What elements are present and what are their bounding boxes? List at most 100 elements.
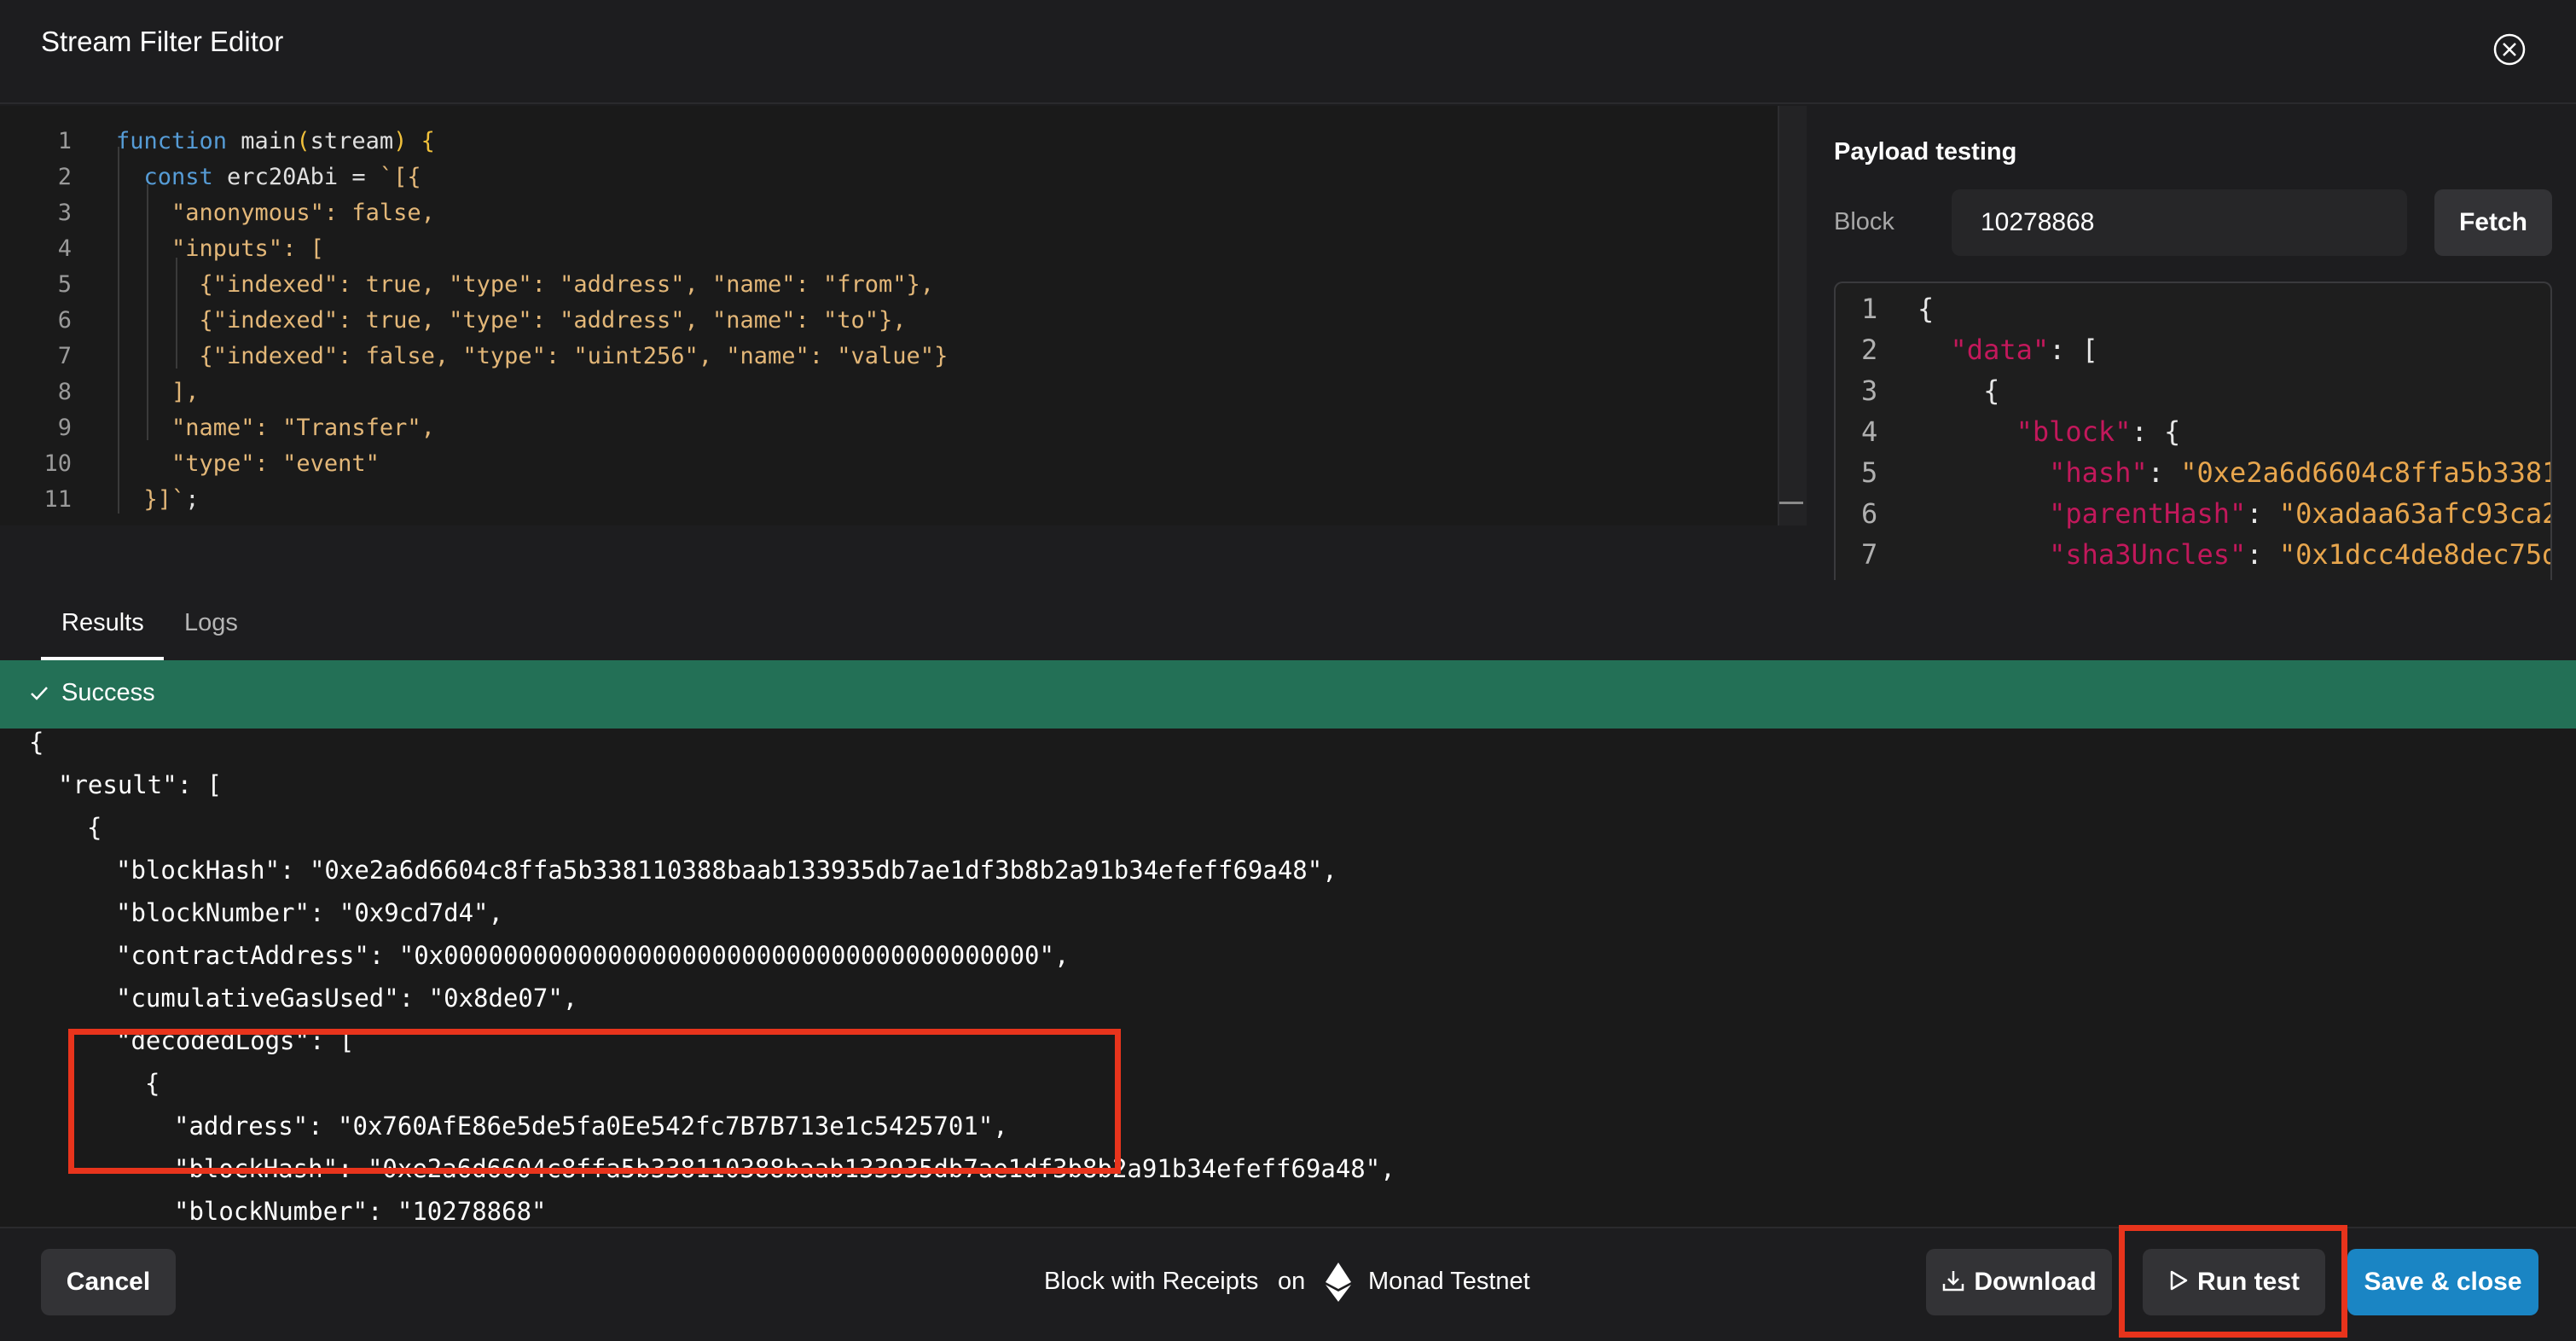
code-token: {"indexed": true, "type": "address", "na… bbox=[116, 307, 907, 334]
json-token: "block" bbox=[2016, 415, 2132, 448]
json-text: "sha3Uncles": "0x1dcc4de8dec75d bbox=[1917, 534, 2550, 575]
code-token: const bbox=[116, 164, 213, 190]
json-text: "parentHash": "0xadaa63afc93ca2 bbox=[1917, 493, 2550, 534]
block-label: Block bbox=[1834, 208, 1894, 235]
json-text: "hash": "0xe2a6d6604c8ffa5b3381 bbox=[1917, 452, 2552, 493]
json-line-number: 7 bbox=[1861, 538, 1878, 571]
status-banner bbox=[0, 660, 2576, 729]
line-number: 11 bbox=[44, 486, 72, 513]
code-text: }]`; bbox=[116, 482, 200, 518]
code-text: const erc20Abi = `[{ bbox=[116, 160, 421, 195]
json-token: { bbox=[1917, 293, 1935, 325]
result-line: { bbox=[87, 813, 102, 842]
annotation-highlight-run-test bbox=[2119, 1225, 2347, 1338]
json-token: : bbox=[2147, 456, 2181, 489]
code-token: stream bbox=[310, 128, 394, 154]
code-token: "inputs": [ bbox=[116, 235, 324, 262]
results-tabs bbox=[0, 580, 2576, 660]
line-number: 7 bbox=[57, 343, 72, 369]
result-line: "result": [ bbox=[58, 770, 223, 799]
code-token: { bbox=[407, 128, 435, 154]
json-token: "hash" bbox=[2049, 456, 2148, 489]
annotation-highlight-decoded-logs bbox=[68, 1029, 1121, 1174]
code-text: "type": "event" bbox=[116, 446, 380, 482]
cancel-button[interactable]: Cancel bbox=[41, 1249, 176, 1315]
json-token: "parentHash" bbox=[2049, 497, 2247, 530]
code-token: main bbox=[227, 128, 297, 154]
result-line: { bbox=[29, 729, 44, 757]
json-token: : [ bbox=[2049, 334, 2098, 366]
editor-scroll-indicator bbox=[1779, 502, 1803, 504]
code-token: function bbox=[116, 128, 228, 154]
network-label: Monad Testnet bbox=[1368, 1268, 1530, 1295]
tab-logs[interactable]: Logs bbox=[184, 609, 238, 637]
tab-results[interactable]: Results bbox=[61, 609, 144, 637]
code-editor[interactable]: 1 function main(stream) {2 const erc20Abi… bbox=[0, 106, 1778, 525]
line-number: 9 bbox=[57, 415, 72, 441]
code-text: function main(stream) { bbox=[116, 124, 435, 160]
download-label: Download bbox=[1974, 1268, 2097, 1296]
editor-footer-area bbox=[0, 525, 1807, 580]
code-token: {"indexed": true, "type": "address", "na… bbox=[116, 271, 935, 298]
line-number: 6 bbox=[57, 307, 72, 334]
payload-title: Payload testing bbox=[1834, 138, 2017, 165]
code-token: {"indexed": false, "type": "uint256", "n… bbox=[116, 343, 949, 369]
json-token: "sha3Uncles" bbox=[2049, 538, 2247, 571]
payload-json-viewer[interactable]: 1 {2 "data": [3 {4 "block": {5 "hash": "0… bbox=[1834, 282, 2552, 580]
line-number: 8 bbox=[57, 379, 72, 405]
on-label: on bbox=[1278, 1268, 1306, 1295]
json-text: { bbox=[1917, 288, 1934, 329]
json-text: "block": { bbox=[1917, 411, 2181, 452]
json-text: { bbox=[1917, 370, 1999, 411]
code-text: {"indexed": true, "type": "address", "na… bbox=[116, 267, 935, 303]
json-line-number: 4 bbox=[1861, 415, 1878, 448]
fetch-button[interactable]: Fetch bbox=[2434, 189, 2552, 256]
code-token: ( bbox=[296, 128, 310, 154]
json-token: "data" bbox=[1950, 334, 2050, 366]
result-line: "blockNumber": "0x9cd7d4", bbox=[116, 898, 503, 927]
code-text: {"indexed": false, "type": "uint256", "n… bbox=[116, 339, 949, 374]
code-text: "anonymous": false, bbox=[116, 195, 435, 231]
code-token: ) bbox=[393, 128, 408, 154]
json-token: : { bbox=[2131, 415, 2181, 448]
download-button[interactable]: Download bbox=[1926, 1249, 2112, 1315]
json-line-number: 6 bbox=[1861, 497, 1878, 530]
block-number-input[interactable] bbox=[1952, 189, 2407, 256]
result-line: "blockNumber": "10278868" bbox=[174, 1197, 547, 1226]
code-text: "name": "Transfer", bbox=[116, 410, 435, 446]
code-text: ], bbox=[116, 374, 200, 410]
code-token: ; bbox=[185, 486, 200, 513]
code-token: }]` bbox=[116, 486, 186, 513]
json-line-number: 2 bbox=[1861, 334, 1878, 366]
check-icon bbox=[31, 687, 48, 700]
json-token: : bbox=[2246, 497, 2279, 530]
json-line-number: 5 bbox=[1861, 456, 1878, 489]
dataset-label: Block with Receipts bbox=[1044, 1268, 1259, 1295]
json-token: "0xe2a6d6604c8ffa5b3381 bbox=[2180, 456, 2552, 489]
code-text: "inputs": [ bbox=[116, 231, 324, 267]
line-number: 3 bbox=[57, 200, 72, 226]
line-number: 2 bbox=[57, 164, 72, 190]
line-number: 10 bbox=[44, 450, 72, 477]
code-token: "name": "Transfer", bbox=[116, 415, 435, 441]
line-number: 4 bbox=[57, 235, 72, 262]
json-token: : bbox=[2246, 538, 2279, 571]
json-token: { bbox=[1917, 374, 2000, 407]
result-line: "cumulativeGasUsed": "0x8de07", bbox=[116, 984, 578, 1013]
result-line: "contractAddress": "0x000000000000000000… bbox=[116, 941, 1070, 970]
result-line: "blockHash": "0xe2a6d6604c8ffa5b33811038… bbox=[116, 856, 1337, 885]
editor-scrollbar[interactable] bbox=[1778, 106, 1807, 525]
close-icon[interactable] bbox=[2492, 32, 2527, 67]
code-text: {"indexed": true, "type": "address", "na… bbox=[116, 303, 907, 339]
ethereum-icon bbox=[1326, 1263, 1351, 1302]
dialog-title: Stream Filter Editor bbox=[41, 26, 284, 57]
code-token: "type": "event" bbox=[116, 450, 380, 477]
code-token: erc20Abi = bbox=[212, 164, 380, 190]
save-close-button[interactable]: Save & close bbox=[2347, 1249, 2538, 1315]
json-text: "data": [ bbox=[1917, 329, 2098, 370]
